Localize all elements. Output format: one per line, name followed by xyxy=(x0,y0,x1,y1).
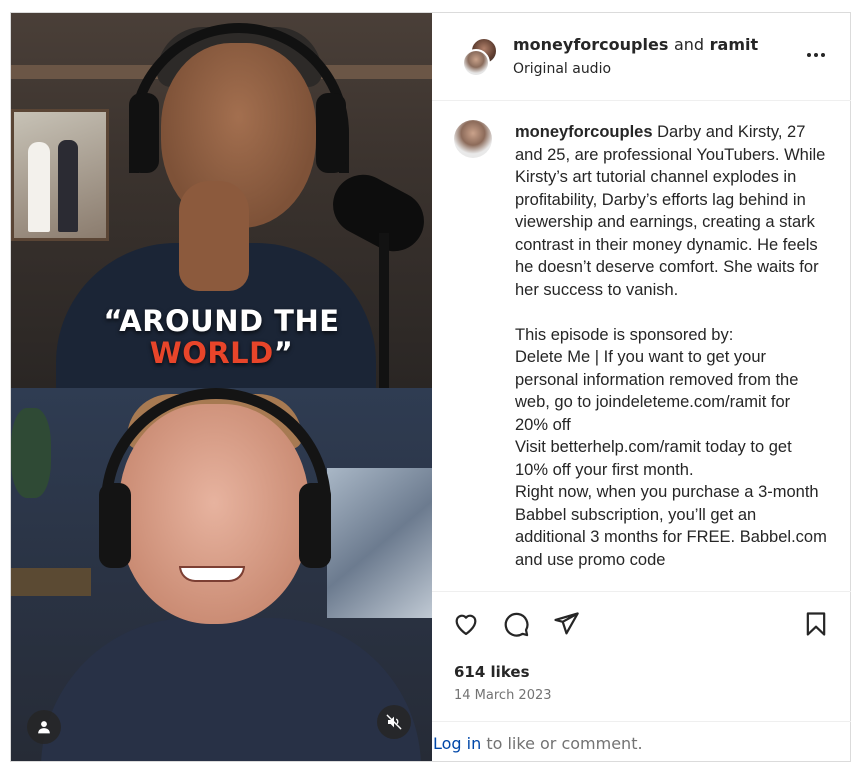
microphone xyxy=(322,164,432,262)
post-caption: moneyforcouples Darby and Kirsty, 27 and… xyxy=(515,121,827,571)
guest-headphone-cup-right xyxy=(299,483,331,568)
tagged-users-button[interactable] xyxy=(27,710,61,744)
post-sidebar: moneyforcouples and ramit Original audio… xyxy=(432,13,851,761)
save-button[interactable] xyxy=(802,610,832,640)
plant xyxy=(11,408,51,498)
caption-line-2-quote: ” xyxy=(273,336,294,370)
and-text: and xyxy=(673,35,705,54)
guest-headphone-cup-left xyxy=(99,483,131,568)
login-prompt: Log in to like or comment. xyxy=(432,721,851,761)
audio-link[interactable]: Original audio xyxy=(513,61,611,77)
speaker-muted-icon xyxy=(386,714,402,730)
post-date[interactable]: 14 March 2023 xyxy=(454,688,552,703)
author-link-moneyforcouples[interactable]: moneyforcouples xyxy=(513,35,668,54)
wedding-photo xyxy=(11,109,109,241)
collab-avatars[interactable] xyxy=(462,37,498,79)
guest-body xyxy=(41,618,421,761)
wall-painting xyxy=(327,468,432,618)
headphone-cup-left xyxy=(129,93,159,173)
user-icon xyxy=(38,721,50,734)
headphone-cup-right xyxy=(316,93,346,173)
login-link[interactable]: Log in xyxy=(433,734,481,753)
post-card: “AROUND THE WORLD” moneyforcouples and r… xyxy=(10,12,851,762)
like-button[interactable] xyxy=(452,610,482,640)
avatar[interactable] xyxy=(462,49,490,77)
caption-line-2: WORLD xyxy=(149,336,274,370)
post-header: moneyforcouples and ramit Original audio xyxy=(432,13,851,101)
video-caption: “AROUND THE WORLD” xyxy=(11,305,432,369)
heart-icon xyxy=(455,614,477,636)
comment-icon xyxy=(504,612,529,637)
comments-section[interactable]: moneyforcouples Darby and Kirsty, 27 and… xyxy=(432,102,851,590)
video-player[interactable]: “AROUND THE WORLD” xyxy=(11,13,432,761)
more-dot xyxy=(814,53,818,57)
login-prompt-text: to like or comment. xyxy=(481,734,643,753)
bookmark-icon xyxy=(806,612,826,636)
post-authors: moneyforcouples and ramit xyxy=(513,35,758,54)
send-icon xyxy=(554,612,579,635)
host-video-frame: “AROUND THE WORLD” xyxy=(11,13,432,388)
share-button[interactable] xyxy=(552,610,582,640)
guest-smile xyxy=(179,566,245,582)
caption-line-1: “AROUND THE xyxy=(103,304,340,338)
more-options-button[interactable] xyxy=(807,51,829,59)
action-bar xyxy=(432,591,851,641)
avatar[interactable] xyxy=(454,120,492,158)
comment-button[interactable] xyxy=(502,610,532,640)
author-link-ramit[interactable]: ramit xyxy=(710,35,759,54)
guest-video-frame xyxy=(11,388,432,761)
mute-button[interactable] xyxy=(377,705,411,739)
host-hand xyxy=(179,181,249,291)
likes-count[interactable]: 614 likes xyxy=(454,663,530,681)
more-dot xyxy=(821,53,825,57)
caption-username[interactable]: moneyforcouples xyxy=(515,123,653,141)
book-shelf xyxy=(11,568,91,596)
more-horizontal-icon xyxy=(807,53,811,57)
caption-body: Darby and Kirsty, 27 and 25, are profess… xyxy=(515,123,827,569)
